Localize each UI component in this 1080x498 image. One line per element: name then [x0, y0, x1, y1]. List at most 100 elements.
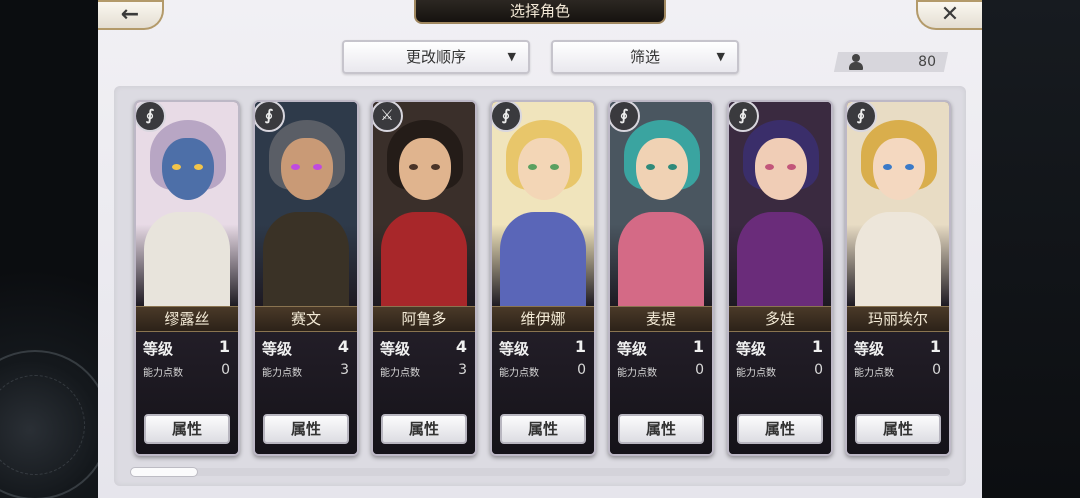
character-name: 缪露丝 [136, 306, 238, 332]
level-label: 等级 [736, 340, 767, 358]
attributes-button[interactable]: 属性 [144, 414, 230, 444]
level-value: 4 [455, 337, 467, 356]
portrait-face [755, 138, 807, 200]
portrait-eye [409, 164, 418, 170]
character-card[interactable]: ∮ 麦提 等级 1 能力点数 0 属性 [608, 100, 714, 456]
attributes-button[interactable]: 属性 [618, 414, 704, 444]
portrait-outfit [855, 212, 941, 306]
level-label: 等级 [143, 340, 174, 358]
ability-points-label: 能力点数 [143, 368, 183, 379]
right-decor [982, 0, 1080, 498]
character-portrait [492, 102, 594, 306]
portrait-outfit [737, 212, 823, 306]
character-name: 维伊娜 [492, 306, 594, 332]
level-value: 1 [692, 337, 704, 356]
portrait-eye [787, 164, 796, 170]
left-decor [0, 0, 110, 498]
portrait-eye [431, 164, 440, 170]
ability-points-value: 0 [695, 362, 704, 378]
character-name: 阿鲁多 [373, 306, 475, 332]
character-stats: 等级 1 能力点数 0 属性 [610, 332, 712, 454]
filter-label: 筛选 [629, 48, 660, 66]
character-select-screen: ← 选择角色 ✕ 更改顺序 ▼ 筛选 ▼ 80 ∮ 缪露丝 等级 1 能力点数 … [0, 0, 1080, 498]
character-stats: 等级 1 能力点数 0 属性 [729, 332, 831, 454]
portrait-outfit [381, 212, 467, 306]
character-count: 80 [918, 54, 936, 70]
attributes-button[interactable]: 属性 [737, 414, 823, 444]
portrait-eye [313, 164, 322, 170]
level-label: 等级 [617, 340, 648, 358]
portrait-eye [883, 164, 892, 170]
portrait-face [281, 138, 333, 200]
portrait-eye [668, 164, 677, 170]
portrait-face [873, 138, 925, 200]
character-name: 玛丽埃尔 [847, 306, 949, 332]
staff-icon: ∮ [610, 102, 640, 132]
ability-points-value: 3 [458, 362, 467, 378]
ability-points-value: 3 [340, 362, 349, 378]
portrait-eye [528, 164, 537, 170]
character-card[interactable]: ∮ 缪露丝 等级 1 能力点数 0 属性 [134, 100, 240, 456]
ability-points-value: 0 [814, 362, 823, 378]
level-value: 1 [811, 337, 823, 356]
attributes-button[interactable]: 属性 [500, 414, 586, 444]
level-value: 4 [337, 337, 349, 356]
level-label: 等级 [854, 340, 885, 358]
portrait-eye [646, 164, 655, 170]
scrollbar-thumb[interactable] [130, 467, 198, 477]
ability-points-label: 能力点数 [262, 368, 302, 379]
ability-points-label: 能力点数 [736, 368, 776, 379]
filter-dropdown[interactable]: 筛选 ▼ [551, 40, 739, 74]
ability-points-value: 0 [932, 362, 941, 378]
portrait-eye [291, 164, 300, 170]
close-icon: ✕ [940, 2, 960, 27]
staff-icon: ∮ [255, 102, 285, 132]
close-button[interactable]: ✕ [916, 0, 982, 30]
ability-points-label: 能力点数 [499, 368, 539, 379]
level-label: 等级 [262, 340, 293, 358]
sort-dropdown[interactable]: 更改顺序 ▼ [342, 40, 530, 74]
sort-label: 更改顺序 [405, 48, 466, 66]
level-value: 1 [574, 337, 586, 356]
ability-points-label: 能力点数 [854, 368, 894, 379]
character-stats: 等级 4 能力点数 3 属性 [373, 332, 475, 454]
character-card[interactable]: ⚔ 阿鲁多 等级 4 能力点数 3 属性 [371, 100, 477, 456]
character-stats: 等级 4 能力点数 3 属性 [255, 332, 357, 454]
back-button[interactable]: ← [98, 0, 164, 30]
staff-icon: ∮ [729, 102, 759, 132]
sword-icon: ⚔ [373, 102, 403, 132]
chevron-down-icon: ▼ [507, 50, 516, 63]
staff-icon: ∮ [136, 102, 166, 132]
character-card[interactable]: ∮ 玛丽埃尔 等级 1 能力点数 0 属性 [845, 100, 951, 456]
portrait-outfit [263, 212, 349, 306]
character-card[interactable]: ∮ 维伊娜 等级 1 能力点数 0 属性 [490, 100, 596, 456]
staff-icon: ∮ [492, 102, 522, 132]
ability-points-value: 0 [577, 362, 586, 378]
portrait-eye [905, 164, 914, 170]
character-portrait [255, 102, 357, 306]
horizontal-scrollbar[interactable] [130, 468, 950, 476]
portrait-eye [765, 164, 774, 170]
attributes-button[interactable]: 属性 [381, 414, 467, 444]
attributes-button[interactable]: 属性 [855, 414, 941, 444]
level-value: 1 [929, 337, 941, 356]
level-value: 1 [218, 337, 230, 356]
person-icon [849, 54, 863, 70]
ability-points-label: 能力点数 [617, 368, 657, 379]
character-name: 赛文 [255, 306, 357, 332]
portrait-outfit [144, 212, 230, 306]
portrait-face [636, 138, 688, 200]
portrait-face [399, 138, 451, 200]
character-portrait [136, 102, 238, 306]
level-label: 等级 [499, 340, 530, 358]
character-card-list: ∮ 缪露丝 等级 1 能力点数 0 属性 ∮ 赛文 等级 4 能力点数 3 属性 [134, 100, 954, 460]
attributes-button[interactable]: 属性 [263, 414, 349, 444]
portrait-face [162, 138, 214, 200]
character-stats: 等级 1 能力点数 0 属性 [847, 332, 949, 454]
character-card[interactable]: ∮ 赛文 等级 4 能力点数 3 属性 [253, 100, 359, 456]
character-portrait [847, 102, 949, 306]
ability-points-label: 能力点数 [380, 368, 420, 379]
staff-icon: ∮ [847, 102, 877, 132]
level-label: 等级 [380, 340, 411, 358]
character-card[interactable]: ∮ 多娃 等级 1 能力点数 0 属性 [727, 100, 833, 456]
